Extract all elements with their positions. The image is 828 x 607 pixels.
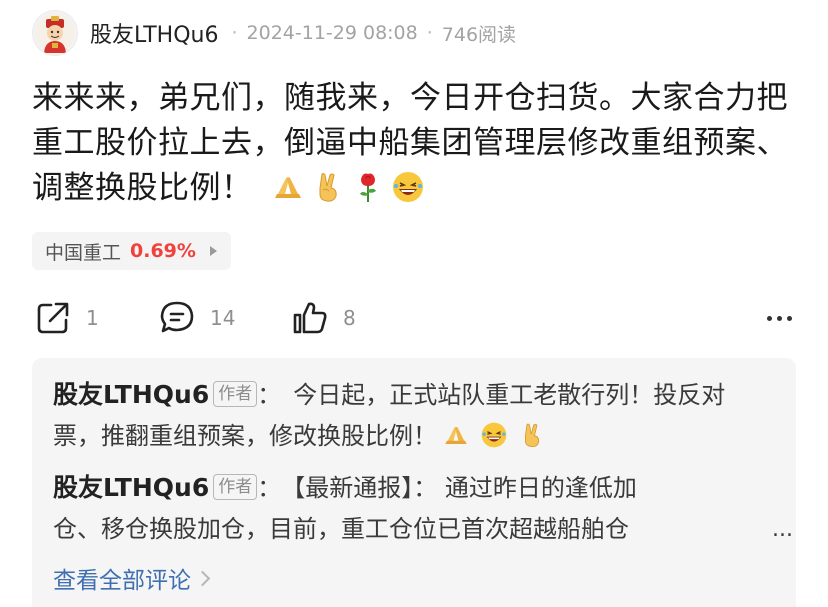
comment-text-line2: 仓、移仓换股加仓，目前，重工仓位已首次超越船舶仓 bbox=[53, 515, 629, 543]
post-content: 来来来，弟兄们，随我来，今日开仓扫货。大家合力把重工股价拉上去，倒逼中船集团管理… bbox=[32, 76, 792, 211]
post-header: 股友LTHQu6 · 2024-11-29 08:08 · 746阅读 bbox=[32, 10, 516, 56]
author-badge: 作者 bbox=[213, 381, 258, 407]
share-count: 1 bbox=[86, 306, 99, 330]
avatar[interactable] bbox=[32, 10, 78, 56]
comment-colon: ： bbox=[257, 474, 282, 502]
play-arrow-icon bbox=[209, 246, 217, 256]
separator-dot: · bbox=[426, 22, 433, 44]
laughing-face-emoji bbox=[480, 421, 508, 449]
separator-dot: · bbox=[231, 22, 238, 44]
truncation-ellipsis: ... bbox=[772, 517, 793, 542]
god-of-wealth-icon bbox=[35, 13, 75, 53]
chevron-right-icon bbox=[194, 570, 211, 586]
comment-icon bbox=[160, 301, 194, 333]
comment-author[interactable]: 股友LTHQu6 bbox=[53, 380, 209, 409]
more-options-button[interactable] bbox=[767, 296, 792, 340]
comment-count: 14 bbox=[210, 306, 236, 330]
pray-hands-emoji bbox=[271, 170, 305, 204]
stock-name: 中国重工 bbox=[45, 241, 122, 264]
share-icon bbox=[37, 302, 69, 334]
laughing-face-emoji bbox=[391, 170, 425, 204]
post-date: 2024-11-29 08:08 bbox=[246, 22, 418, 44]
rose-emoji bbox=[351, 170, 385, 204]
more-dot-icon bbox=[777, 315, 782, 321]
view-all-label: 查看全部评论 bbox=[53, 568, 191, 594]
share-button[interactable]: 1 bbox=[34, 296, 99, 340]
victory-hand-emoji bbox=[311, 170, 345, 204]
comment-button[interactable]: 14 bbox=[158, 296, 235, 340]
stock-tag[interactable]: 中国重工 0.69% bbox=[32, 232, 231, 270]
comment-colon: ： bbox=[257, 381, 282, 409]
comment-author[interactable]: 股友LTHQu6 bbox=[53, 473, 209, 502]
more-dot-icon bbox=[787, 315, 792, 321]
view-all-comments-link[interactable]: 查看全部评论 bbox=[53, 561, 211, 595]
like-count: 8 bbox=[343, 306, 356, 330]
post-meta: · 2024-11-29 08:08 · 746阅读 bbox=[222, 20, 516, 47]
post-page: 股友LTHQu6 · 2024-11-29 08:08 · 746阅读 来来来，… bbox=[0, 0, 828, 607]
author-badge: 作者 bbox=[213, 474, 258, 500]
author-name[interactable]: 股友LTHQu6 bbox=[90, 17, 218, 49]
action-bar: 1 14 8 bbox=[34, 296, 794, 340]
comment-text-line1: 【最新通报】： 通过昨日的逢低加 bbox=[293, 474, 637, 502]
pray-hands-emoji bbox=[442, 421, 470, 449]
stock-change: 0.69% bbox=[130, 240, 196, 262]
more-dot-icon bbox=[767, 315, 772, 321]
comments-section: 股友LTHQu6 作者：今日起，正式站队重工老散行列！投反对票，推翻重组预案，修改… bbox=[32, 358, 796, 607]
comment-item[interactable]: 股友LTHQu6 作者： 【最新通报】： 通过昨日的逢低加 仓、移仓换股加仓，目前，… bbox=[53, 467, 793, 550]
like-button[interactable]: 8 bbox=[291, 296, 356, 340]
comment-item[interactable]: 股友LTHQu6 作者：今日起，正式站队重工老散行列！投反对票，推翻重组预案，修改… bbox=[53, 374, 773, 457]
victory-hand-emoji bbox=[518, 421, 546, 449]
thumbs-up-icon bbox=[293, 302, 327, 334]
view-count: 746阅读 bbox=[441, 23, 517, 46]
post-emojis bbox=[271, 170, 425, 204]
